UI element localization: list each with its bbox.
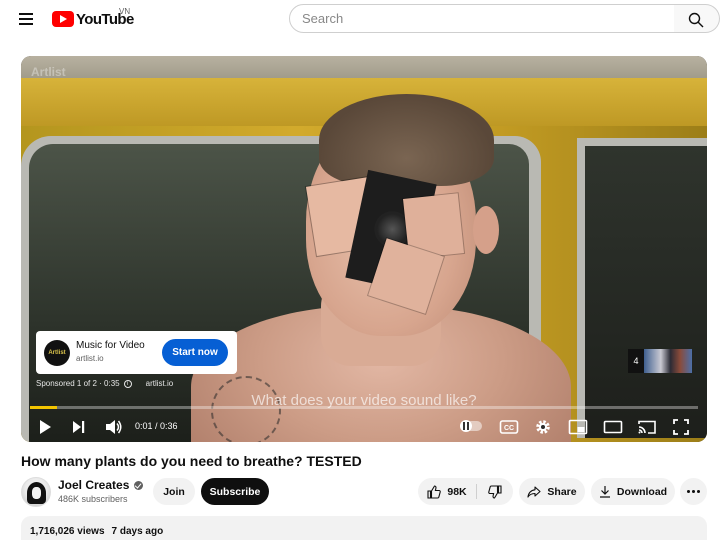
video-watermark: Artlist: [31, 65, 66, 79]
time-current: 0:01: [135, 421, 153, 431]
channel-name[interactable]: Joel Creates: [58, 478, 144, 492]
cast-icon[interactable]: [637, 416, 657, 438]
ad-sponsored-text: Sponsored 1 of 2 · 0:35: [36, 379, 120, 388]
miniplayer-icon[interactable]: [568, 416, 588, 438]
player-controls: 0:01 / 0:36 CC: [21, 412, 707, 442]
advertiser-logo: Artlist: [44, 340, 70, 366]
share-label: Share: [547, 485, 577, 498]
country-code: VN: [119, 7, 131, 16]
cc-label: CC: [504, 425, 514, 432]
pause-icon: [463, 422, 469, 430]
fullscreen-icon[interactable]: [672, 416, 690, 438]
gear-icon[interactable]: [534, 416, 552, 438]
cc-icon[interactable]: CC: [499, 416, 519, 438]
time-total: 0:36: [160, 421, 178, 431]
view-count: 1,716,026 views: [30, 526, 105, 537]
ad-title[interactable]: Music for Video: [76, 340, 145, 351]
youtube-play-logo-icon: [52, 11, 74, 27]
progress-fill: [30, 406, 57, 409]
description-box[interactable]: 1,716,026 views 7 days ago: [21, 516, 707, 540]
ad-url: artlist.io: [76, 354, 104, 363]
download-label: Download: [616, 485, 668, 498]
theater-icon[interactable]: [603, 416, 623, 438]
ad-preview-thumbnail[interactable]: 4: [628, 349, 692, 373]
upload-age: 7 days ago: [111, 526, 164, 537]
autoplay-toggle[interactable]: [460, 420, 482, 432]
search-icon: [688, 12, 704, 28]
channel-avatar[interactable]: [21, 477, 51, 507]
ad-thumb-count: 4: [628, 349, 644, 373]
subscribe-button[interactable]: Subscribe: [201, 478, 269, 505]
ad-start-now-button[interactable]: Start now: [162, 339, 228, 366]
like-button[interactable]: 98K: [418, 478, 476, 505]
ad-meta-url[interactable]: artlist.io: [146, 379, 174, 388]
progress-bar[interactable]: [30, 406, 698, 409]
verified-badge-icon: [134, 480, 144, 490]
time-display: 0:01 / 0:36: [135, 421, 178, 431]
join-button[interactable]: Join: [153, 478, 195, 505]
ad-thumb-image: [644, 349, 692, 373]
share-icon: [527, 485, 541, 498]
subscriber-count: 486K subscribers: [58, 494, 128, 504]
channel-name-text[interactable]: Joel Creates: [58, 478, 129, 492]
download-button[interactable]: Download: [591, 478, 675, 505]
menu-icon[interactable]: [16, 11, 36, 27]
info-icon[interactable]: i: [123, 379, 132, 388]
thumbs-up-icon: [427, 484, 442, 499]
video-stats: 1,716,026 views 7 days ago: [30, 526, 163, 537]
share-button[interactable]: Share: [519, 478, 585, 505]
ad-sponsored-info: Sponsored 1 of 2 · 0:35 i artlist.io: [36, 379, 173, 388]
search-button[interactable]: [674, 4, 720, 33]
like-count: 98K: [447, 485, 467, 498]
next-icon[interactable]: [71, 416, 87, 438]
volume-icon[interactable]: [105, 416, 123, 438]
search-input[interactable]: [289, 4, 675, 33]
video-title: How many plants do you need to breathe? …: [21, 453, 362, 469]
like-dislike-group: 98K: [418, 478, 513, 505]
top-bar: YouTube VN: [0, 0, 720, 38]
time-separator: /: [152, 421, 161, 431]
dislike-button[interactable]: [477, 478, 513, 505]
play-icon[interactable]: [37, 416, 53, 438]
download-icon: [599, 486, 610, 498]
ad-card[interactable]: Artlist Music for Video artlist.io Start…: [36, 331, 237, 374]
more-actions-icon[interactable]: [680, 478, 707, 505]
video-player[interactable]: Artlist What does your video sound like?…: [21, 56, 707, 442]
thumbs-down-icon: [488, 484, 502, 499]
